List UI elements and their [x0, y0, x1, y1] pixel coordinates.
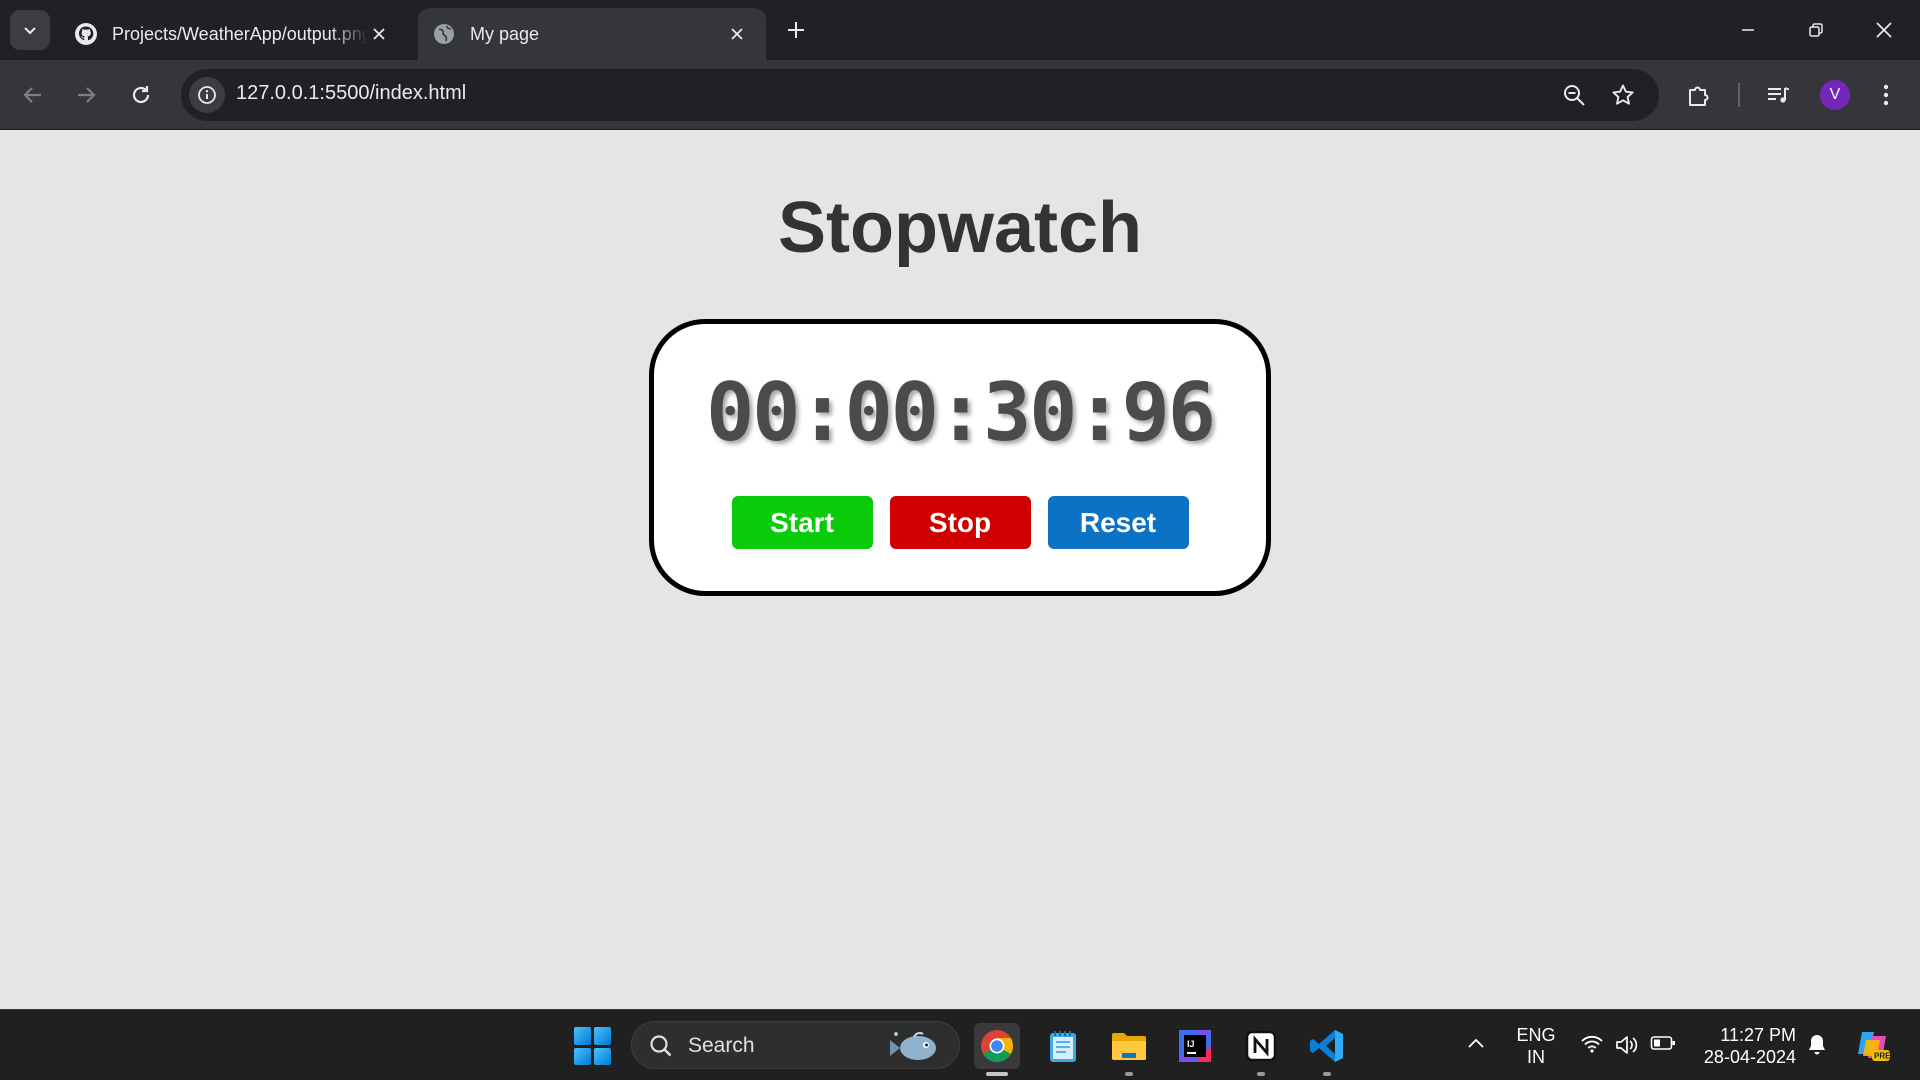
taskbar-clock[interactable]: 11:27 PM 28-04-2024	[1690, 1024, 1796, 1068]
battery-icon[interactable]	[1650, 1034, 1676, 1052]
volume-icon[interactable]	[1614, 1034, 1640, 1056]
copilot-icon: PRE	[1858, 1032, 1891, 1061]
info-icon	[198, 86, 216, 104]
show-hidden-icons-button[interactable]	[1466, 1036, 1486, 1050]
taskbar-vscode[interactable]	[1304, 1023, 1350, 1076]
svg-text:PRE: PRE	[1874, 1052, 1891, 1061]
star-icon	[1612, 84, 1634, 105]
profile-avatar[interactable]: V	[1820, 80, 1850, 110]
extensions-button[interactable]	[1684, 80, 1714, 110]
zoom-out-icon	[1564, 85, 1585, 106]
chevron-down-icon	[24, 27, 36, 35]
running-indicator	[1323, 1072, 1331, 1076]
bell-icon	[1809, 1035, 1825, 1055]
minimize-button[interactable]	[1724, 10, 1772, 50]
restore-icon	[1809, 23, 1823, 37]
tab-search-button[interactable]	[10, 10, 50, 50]
tab-github[interactable]: Projects/WeatherApp/output.png	[60, 8, 408, 60]
language-indicator[interactable]: ENG IN	[1512, 1024, 1560, 1068]
url-text[interactable]: 127.0.0.1:5500/index.html	[236, 82, 466, 105]
taskbar-search[interactable]: Search	[631, 1021, 960, 1069]
stopwatch-card: 00:00:30:96 Start Stop Reset	[649, 319, 1271, 596]
running-indicator	[1125, 1072, 1133, 1076]
page-content: Stopwatch 00:00:30:96 Start Stop Reset	[0, 131, 1920, 1009]
tab-my-page[interactable]: My page	[418, 8, 766, 60]
chevron-up-icon	[1468, 1038, 1484, 1048]
search-highlight-fish-icon	[890, 1032, 936, 1060]
stopwatch-controls: Start Stop Reset	[654, 496, 1266, 549]
reset-button[interactable]: Reset	[1047, 496, 1189, 549]
minimize-icon	[1742, 29, 1754, 31]
taskbar-search-label: Search	[688, 1034, 755, 1057]
intellij-icon: IJ	[1179, 1030, 1211, 1062]
windows-start-button[interactable]	[574, 1027, 612, 1065]
reload-button[interactable]	[122, 76, 160, 114]
restore-button[interactable]	[1792, 10, 1840, 50]
reload-icon	[132, 86, 150, 104]
zoom-button[interactable]	[1561, 82, 1587, 108]
media-queue-icon	[1768, 87, 1790, 103]
svg-text:IJ: IJ	[1187, 1039, 1195, 1049]
taskbar-notion[interactable]	[1238, 1023, 1284, 1076]
notepad-icon	[1050, 1031, 1076, 1062]
windows-logo-icon	[574, 1027, 591, 1045]
taskbar-chrome[interactable]	[974, 1023, 1020, 1076]
close-icon[interactable]	[368, 23, 390, 45]
plus-icon	[788, 22, 804, 38]
vscode-icon	[1310, 1030, 1343, 1062]
notion-icon	[1245, 1030, 1277, 1062]
clock-date: 28-04-2024	[1703, 1047, 1796, 1067]
media-control-button[interactable]	[1763, 80, 1793, 110]
tab-strip: Projects/WeatherApp/output.png My page	[0, 0, 1920, 60]
kebab-menu-icon	[1883, 84, 1889, 106]
stop-button[interactable]: Stop	[889, 496, 1031, 549]
globe-icon	[432, 22, 456, 46]
tab-title: My page	[470, 23, 540, 44]
windows-taskbar: Search IJ ENG IN 11:27 PM 28-04-2024 PRE	[0, 1009, 1920, 1080]
close-window-button[interactable]	[1860, 10, 1908, 50]
tab-title: Projects/WeatherApp/output.png	[112, 23, 368, 44]
puzzle-icon	[1689, 86, 1709, 106]
timer-display: 00:00:30:96	[706, 366, 1216, 459]
browser-toolbar: 127.0.0.1:5500/index.html V	[0, 60, 1920, 130]
taskbar-file-explorer[interactable]	[1106, 1023, 1152, 1076]
arrow-right-icon	[78, 87, 96, 103]
toolbar-divider	[1738, 83, 1740, 107]
wifi-icon[interactable]	[1580, 1034, 1604, 1054]
close-icon[interactable]	[726, 23, 748, 45]
running-indicator	[1257, 1072, 1265, 1076]
notifications-button[interactable]	[1806, 1032, 1828, 1056]
taskbar-intellij[interactable]: IJ	[1172, 1023, 1218, 1069]
bookmark-button[interactable]	[1610, 82, 1636, 108]
new-tab-button[interactable]	[780, 14, 812, 46]
browser-menu-button[interactable]	[1871, 80, 1901, 110]
close-icon	[1876, 22, 1892, 38]
address-bar[interactable]: 127.0.0.1:5500/index.html	[181, 69, 1659, 121]
search-icon	[650, 1035, 672, 1057]
back-button[interactable]	[14, 76, 52, 114]
language-code: ENG	[1516, 1025, 1556, 1045]
chrome-icon	[981, 1030, 1014, 1062]
start-button[interactable]: Start	[731, 496, 873, 549]
running-indicator	[986, 1072, 1008, 1076]
arrow-left-icon	[23, 87, 41, 103]
copilot-button[interactable]: PRE	[1854, 1026, 1892, 1064]
language-region: IN	[1527, 1047, 1545, 1067]
file-explorer-icon	[1112, 1033, 1146, 1060]
github-icon	[74, 22, 98, 46]
page-title: Stopwatch	[777, 188, 1142, 268]
forward-button[interactable]	[67, 76, 105, 114]
taskbar-notepad[interactable]	[1040, 1023, 1086, 1069]
site-info-button[interactable]	[189, 77, 225, 113]
clock-time: 11:27 PM	[1720, 1025, 1796, 1045]
